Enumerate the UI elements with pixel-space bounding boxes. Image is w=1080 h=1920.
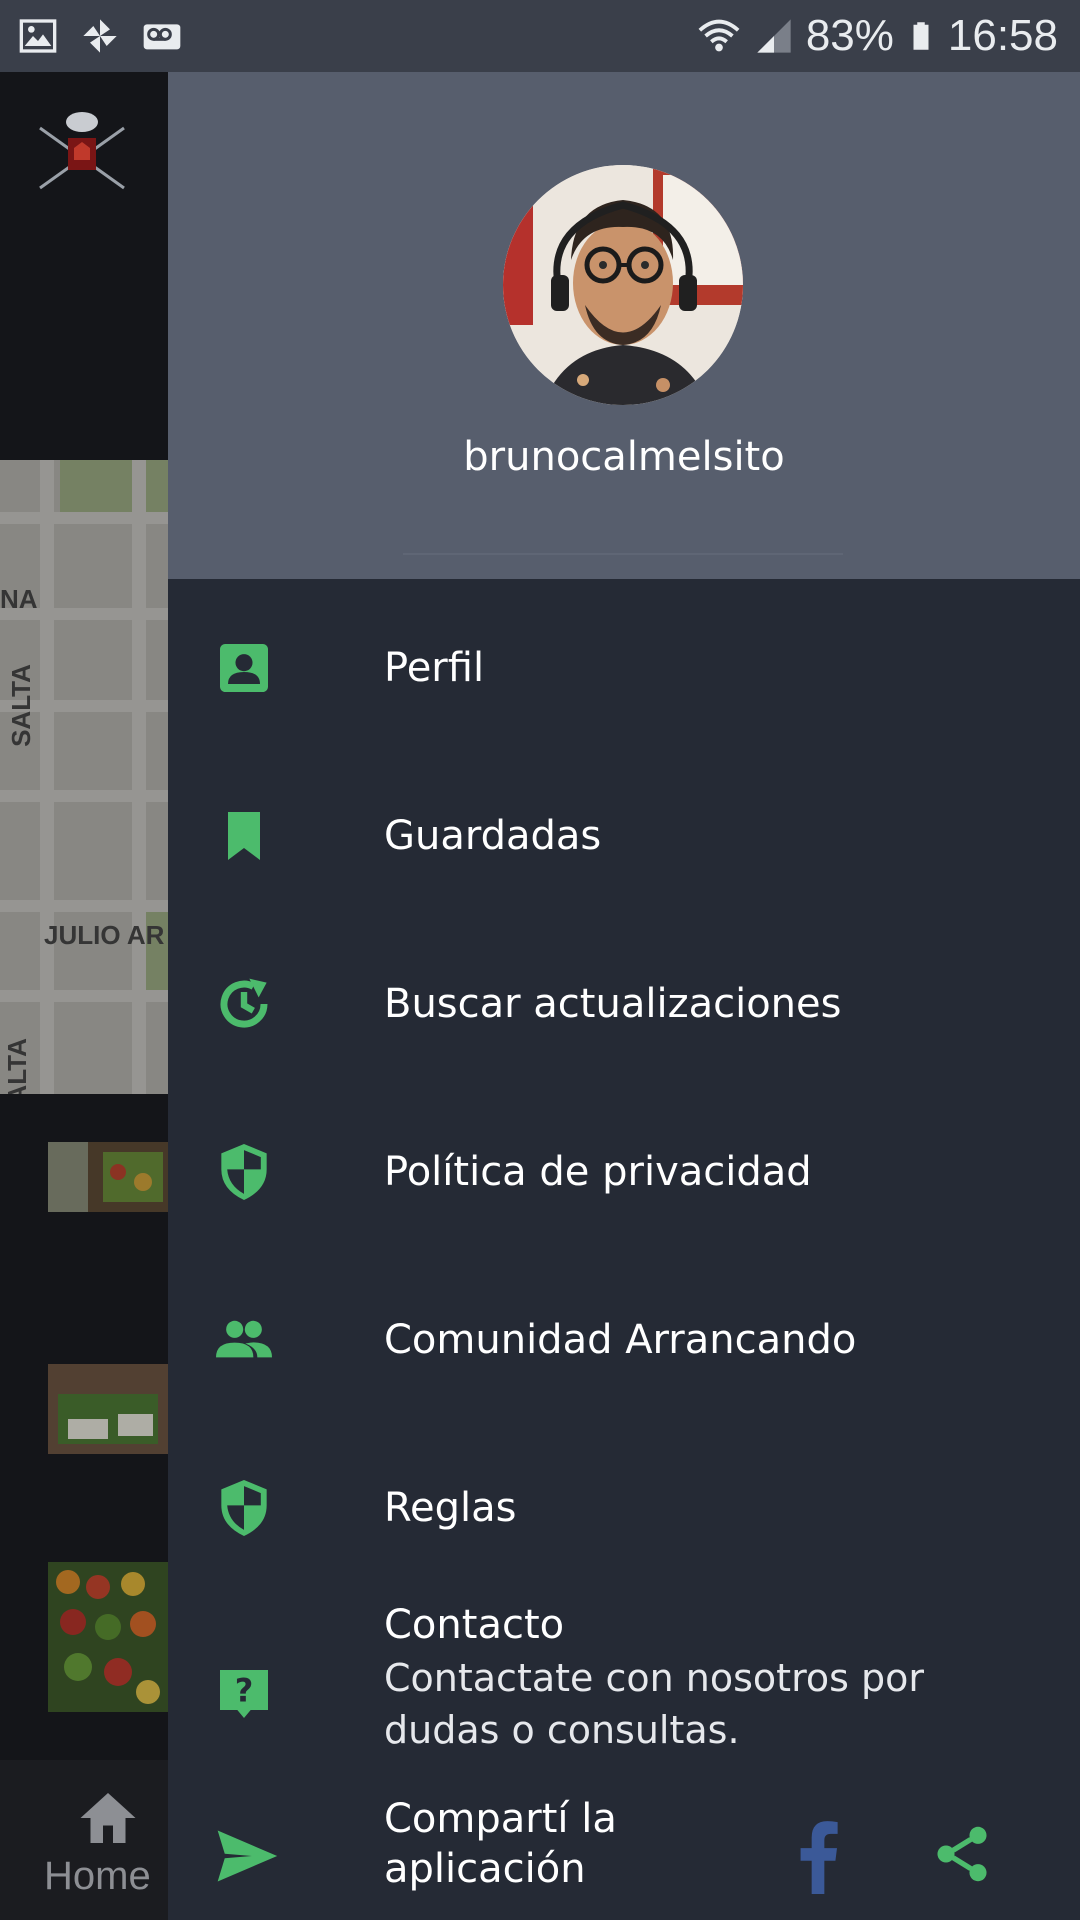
voicemail-notification-icon	[143, 24, 181, 50]
shield-icon	[221, 1480, 267, 1536]
bottom-navigation: Home	[0, 1760, 168, 1920]
share-icon[interactable]	[930, 1822, 994, 1886]
app-logo	[39, 112, 125, 190]
facebook-icon[interactable]	[790, 1818, 846, 1894]
header-divider	[403, 553, 843, 555]
menu-item-guardadas[interactable]: Guardadas	[168, 766, 1080, 906]
send-icon	[217, 1830, 278, 1882]
menu-item-label: Reglas	[384, 1485, 517, 1531]
menu-item-contacto[interactable]: ? Contacto Contactate con nosotros por d…	[168, 1602, 1080, 1762]
map-street-label: SALTA	[5, 664, 36, 747]
menu-item-perfil[interactable]: Perfil	[168, 598, 1080, 738]
menu-item-comunidad-arrancando[interactable]: Comunidad Arrancando	[168, 1270, 1080, 1410]
map-street-label: JULIO AR	[44, 920, 165, 950]
menu-item-reglas[interactable]: Reglas	[168, 1438, 1080, 1578]
avatar[interactable]	[503, 165, 743, 405]
store-thumbnail	[48, 1142, 168, 1212]
gallery-notification-icon	[19, 19, 57, 53]
menu-item-label: Guardadas	[384, 813, 602, 859]
status-bar: 83% 16:58	[0, 0, 1080, 72]
share-app-label: Compartí la aplicación	[384, 1796, 617, 1892]
menu-item-label: Comunidad Arrancando	[384, 1317, 857, 1363]
wifi-icon	[698, 19, 740, 52]
home-icon[interactable]	[78, 1790, 138, 1846]
profile-icon	[220, 644, 268, 692]
background-app: NA SALTA JULIO AR SALTA Home	[0, 72, 168, 1920]
update-icon	[220, 978, 268, 1028]
battery-percentage: 83%	[805, 11, 894, 60]
share-app-row[interactable]: Compartí la aplicación	[168, 1792, 1080, 1920]
menu-item-label: Política de privacidad	[384, 1149, 812, 1195]
svg-text:?: ?	[235, 1671, 254, 1709]
map-street-label: SALTA	[1, 1038, 32, 1094]
group-icon	[216, 1320, 272, 1358]
menu-item-buscar-actualizaciones[interactable]: Buscar actualizaciones	[168, 934, 1080, 1074]
menu-item-politica-de-privacidad[interactable]: Política de privacidad	[168, 1102, 1080, 1242]
drawer-header: brunocalmelsito	[168, 72, 1080, 579]
menu-item-label: Buscar actualizaciones	[384, 981, 842, 1027]
pinwheel-notification-icon	[83, 19, 117, 53]
bookmark-icon	[228, 812, 260, 860]
contact-subtitle: Contactate con nosotros por dudas o cons…	[384, 1656, 924, 1752]
contact-title: Contacto	[384, 1602, 565, 1648]
store-thumbnail	[48, 1562, 168, 1712]
signal-icon	[757, 19, 791, 53]
store-thumbnail	[48, 1364, 168, 1454]
username: brunocalmelsito	[463, 434, 785, 480]
shield-icon	[221, 1144, 267, 1200]
navigation-drawer: brunocalmelsito Perfil Guardadas Buscar …	[168, 72, 1080, 1920]
map-preview: NA SALTA JULIO AR SALTA	[0, 460, 168, 1094]
help-icon: ?	[220, 1670, 268, 1718]
map-street-label: NA	[0, 584, 38, 614]
menu-item-label: Perfil	[384, 645, 485, 691]
battery-icon	[913, 22, 929, 50]
nav-home-label[interactable]: Home	[44, 1854, 151, 1899]
clock: 16:58	[947, 11, 1058, 60]
